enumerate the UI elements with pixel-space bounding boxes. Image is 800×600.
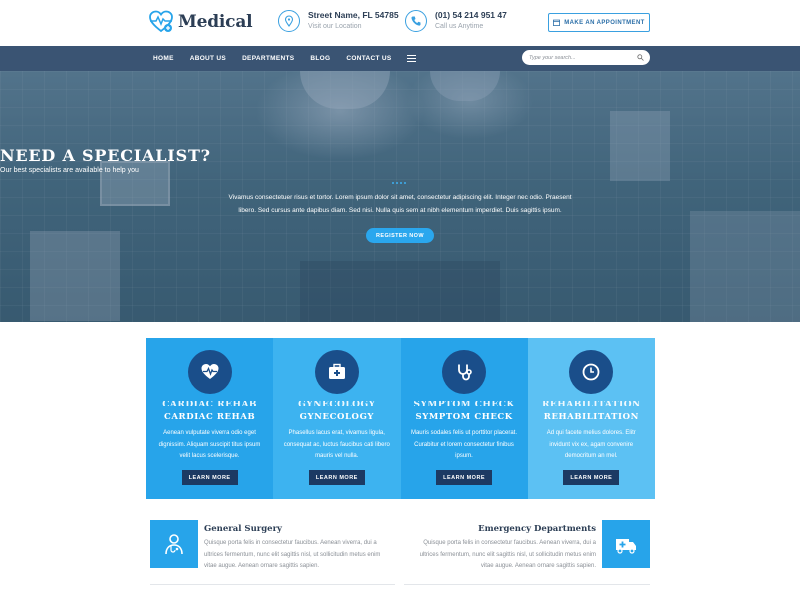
learn-more-button[interactable]: LEARN MORE [563, 470, 620, 485]
service-card-symptom-check: SYMPTOM CHECK SYMPTOM CHECK Mauris sodal… [400, 338, 528, 499]
hero-subtitle: Our best specialists are available to he… [0, 167, 139, 174]
doctor-icon [150, 520, 198, 568]
top-header: Medical Street Name, FL 54785 Visit our … [0, 0, 800, 46]
card-title: REHABILITATION [543, 412, 639, 422]
card-title: GYNECOLOGY [299, 412, 375, 422]
location-pin-icon [278, 10, 300, 32]
address-info: Street Name, FL 54785 Visit our Location [278, 10, 399, 32]
phone-info: (01) 54 214 951 47 Call us Anytime [405, 10, 507, 32]
make-appointment-label: MAKE AN APPOINTMENT [564, 19, 645, 26]
brand-name: Medical [178, 12, 253, 32]
ambulance-icon [602, 520, 650, 568]
department-text: Quisque porta felis in consectetur fauci… [419, 540, 596, 569]
learn-more-button[interactable]: LEARN MORE [308, 470, 365, 485]
stethoscope-icon [442, 350, 487, 394]
register-now-button[interactable]: REGISTER NOW [366, 228, 434, 243]
calendar-icon [553, 19, 561, 26]
card-title: SYMPTOM CHECK [415, 412, 513, 422]
nav-blog[interactable]: BLOG [310, 55, 330, 62]
phone-number: (01) 54 214 951 47 [435, 10, 507, 20]
card-title-ghost: SYMPTOM CHECK [413, 401, 515, 406]
hero-banner: NEED A SPECIALIST? Our best specialists … [0, 71, 800, 322]
address-subtitle: Visit our Location [308, 23, 362, 31]
learn-more-button[interactable]: LEARN MORE [181, 470, 238, 485]
card-text: Ad qui facete melius dolores. Elitr invi… [546, 430, 636, 459]
card-title-ghost: CARDIAC REHAB [162, 401, 258, 406]
heartbeat-icon [187, 350, 232, 394]
hero-dots-divider [392, 182, 406, 184]
nav-about-us[interactable]: ABOUT US [190, 55, 226, 62]
department-title[interactable]: Emergency Departments [478, 524, 596, 534]
search-input[interactable] [522, 50, 650, 65]
department-general-surgery: General Surgery Quisque porta felis in c… [150, 520, 395, 570]
divider [150, 584, 395, 585]
menu-icon[interactable] [407, 55, 417, 62]
service-card-gynecology: GYNECOLOGY GYNECOLOGY Phasellus lacus er… [273, 338, 401, 499]
hero-text: Vivamus consectetuer risus et tortor. Lo… [228, 194, 572, 214]
service-card-rehabilitation: REHABILITATION REHABILITATION Ad qui fac… [527, 338, 655, 499]
main-nav: HOME ABOUT US DEPARTMENTS BLOG CONTACT U… [0, 46, 800, 71]
phone-icon [405, 10, 427, 32]
medical-kit-icon [314, 350, 359, 394]
department-text: Quisque porta felis in consectetur fauci… [204, 540, 381, 569]
department-title[interactable]: General Surgery [204, 524, 282, 534]
divider [404, 584, 650, 585]
card-title-ghost: GYNECOLOGY [298, 401, 376, 406]
card-title: CARDIAC REHAB [164, 412, 256, 422]
nav-home[interactable]: HOME [153, 55, 174, 62]
phone-subtitle: Call us Anytime [435, 23, 484, 31]
search-icon[interactable] [637, 54, 644, 61]
department-emergency: Emergency Departments Quisque porta feli… [404, 520, 650, 570]
learn-more-button[interactable]: LEARN MORE [436, 470, 493, 485]
service-card-cardiac-rehab: CARDIAC REHAB CARDIAC REHAB Aenean vulpu… [146, 338, 274, 499]
services: CARDIAC REHAB CARDIAC REHAB Aenean vulpu… [146, 338, 655, 499]
card-text: Phasellus lacus erat, vivamus ligula, co… [283, 430, 390, 459]
nav-departments[interactable]: DEPARTMENTS [242, 55, 294, 62]
address-title: Street Name, FL 54785 [308, 10, 399, 20]
heartbeat-logo-icon [149, 10, 173, 33]
make-appointment-button[interactable]: MAKE AN APPOINTMENT [548, 13, 650, 32]
card-text: Mauris sodales felis ut porttitor placer… [410, 430, 518, 459]
nav-contact-us[interactable]: CONTACT US [346, 55, 391, 62]
card-title-ghost: REHABILITATION [541, 401, 641, 406]
card-text: Aenean vulputate viverra odio eget digni… [158, 430, 261, 459]
hero-title: NEED A SPECIALIST? [0, 146, 211, 165]
clock-icon [569, 350, 614, 394]
logo[interactable]: Medical [148, 10, 253, 34]
